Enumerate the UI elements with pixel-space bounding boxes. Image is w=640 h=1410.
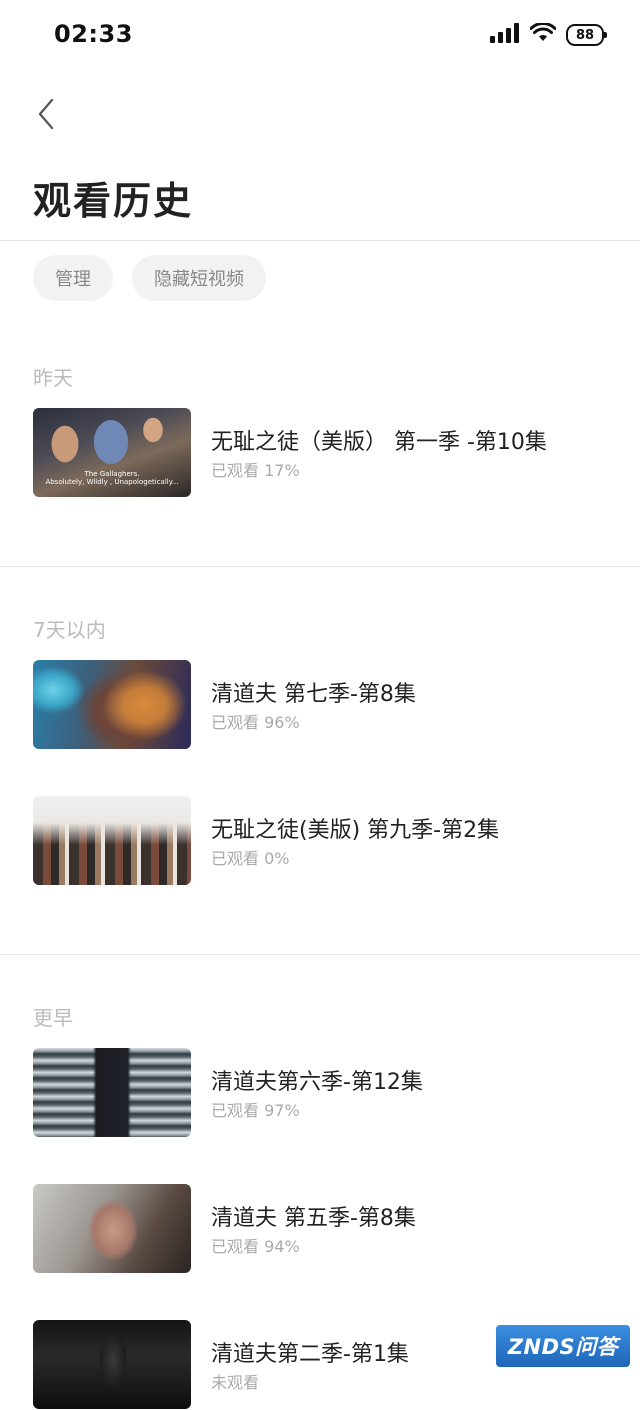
- status-bar: 02:33 88: [0, 0, 640, 70]
- item-title: 清道夫 第七季-第8集: [211, 682, 416, 707]
- section-divider: [0, 954, 640, 955]
- item-progress: 未观看: [211, 1373, 260, 1392]
- section-label-earlier: 更早: [33, 1006, 73, 1030]
- item-progress: 已观看 0%: [211, 849, 290, 868]
- item-progress: 已观看 17%: [211, 461, 300, 480]
- chevron-left-icon: [28, 98, 68, 140]
- video-thumbnail: [33, 1184, 191, 1273]
- page-title: 观看历史: [33, 179, 194, 223]
- battery-icon: 88: [566, 24, 607, 46]
- filter-chips: 管理 隐藏短视频: [33, 255, 266, 301]
- history-item[interactable]: 清道夫 第五季-第8集 已观看 94%: [33, 1184, 613, 1274]
- wifi-icon: [529, 22, 557, 47]
- znds-watermark-logo: ZNDS问答: [496, 1325, 630, 1367]
- thumbnail-caption: The Gallaghers. Absolutely, Wildly , Una…: [45, 469, 179, 487]
- hide-short-video-button[interactable]: 隐藏短视频: [132, 255, 266, 301]
- item-progress: 已观看 94%: [211, 1237, 300, 1256]
- video-thumbnail: The Gallaghers. Absolutely, Wildly , Una…: [33, 408, 191, 497]
- status-icons: 88: [490, 22, 607, 48]
- item-progress: 已观看 97%: [211, 1101, 300, 1120]
- signal-icon: [490, 23, 520, 47]
- history-item[interactable]: 无耻之徒(美版) 第九季-第2集 已观看 0%: [33, 796, 613, 886]
- history-item[interactable]: The Gallaghers. Absolutely, Wildly , Una…: [33, 408, 613, 498]
- item-title: 清道夫 第五季-第8集: [211, 1206, 416, 1231]
- item-title: 无耻之徒(美版) 第九季-第2集: [211, 818, 500, 843]
- section-label-yesterday: 昨天: [33, 366, 73, 390]
- video-thumbnail: [33, 660, 191, 749]
- header-divider: [0, 240, 640, 241]
- item-title: 清道夫第二季-第1集: [211, 1342, 409, 1367]
- section-divider: [0, 566, 640, 567]
- item-title: 清道夫第六季-第12集: [211, 1070, 423, 1095]
- status-time: 02:33: [54, 20, 133, 48]
- section-label-7-days: 7天以内: [33, 618, 106, 642]
- video-thumbnail: [33, 1048, 191, 1137]
- history-item[interactable]: 清道夫第六季-第12集 已观看 97%: [33, 1048, 613, 1138]
- item-progress: 已观看 96%: [211, 713, 300, 732]
- video-thumbnail: [33, 1320, 191, 1409]
- manage-button[interactable]: 管理: [33, 255, 113, 301]
- video-thumbnail: [33, 796, 191, 885]
- back-button[interactable]: [28, 92, 68, 136]
- history-item[interactable]: 清道夫 第七季-第8集 已观看 96%: [33, 660, 613, 750]
- item-title: 无耻之徒（美版） 第一季 -第10集: [211, 430, 547, 455]
